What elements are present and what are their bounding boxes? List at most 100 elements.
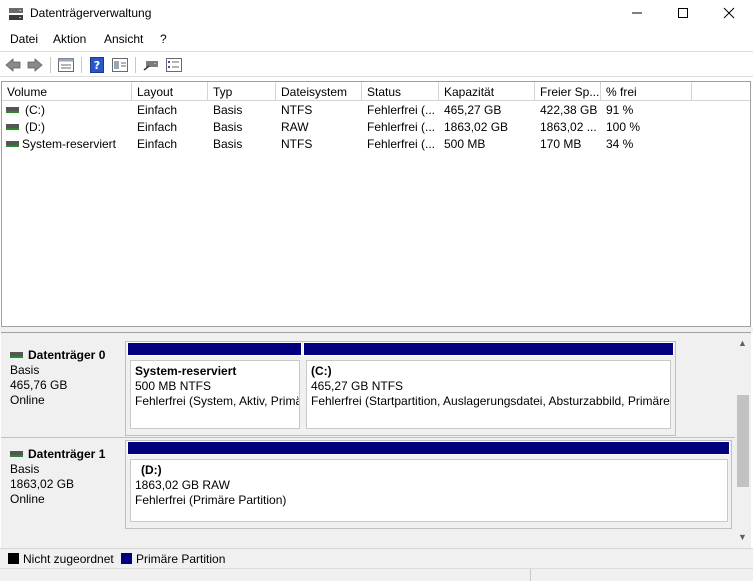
volume-row-c[interactable]: (C:) Einfach Basis NTFS Fehlerfrei (... … — [2, 102, 750, 119]
connect-button[interactable] — [142, 56, 160, 74]
disk-1-info[interactable]: Datenträger 1 Basis 1863,02 GB Online — [1, 440, 122, 535]
scroll-down-icon[interactable]: ▼ — [738, 532, 747, 542]
legend-swatch-unallocated — [8, 553, 19, 564]
title-bar: Datenträgerverwaltung — [0, 0, 753, 28]
legend-label-unallocated: Nicht zugeordnet — [23, 552, 114, 566]
volume-filesystem: RAW — [281, 120, 309, 134]
toolbar-separator — [81, 57, 82, 73]
partition-c[interactable]: (C:) 465,27 GB NTFS Fehlerfrei (Startpar… — [303, 342, 674, 433]
minimize-button[interactable] — [614, 0, 660, 26]
volume-percent-free: 91 % — [606, 103, 634, 117]
column-header-status[interactable]: Status — [362, 82, 439, 100]
status-bar-separator — [530, 569, 531, 581]
disk-row-divider — [1, 437, 735, 438]
scroll-up-icon[interactable]: ▲ — [738, 338, 747, 348]
disk-icon — [10, 451, 23, 457]
disk-0-size: 465,76 GB — [10, 378, 68, 392]
menu-help[interactable]: ? — [160, 32, 167, 46]
volume-free-space: 422,38 GB — [540, 103, 598, 117]
partition-status: Fehlerfrei (Startpartition, Auslagerungs… — [311, 394, 670, 408]
volume-status: Fehlerfrei (... — [367, 103, 436, 117]
back-button[interactable] — [4, 56, 22, 74]
volume-icon — [6, 141, 19, 147]
disk-1-partitions: (D:) 1863,02 GB RAW Fehlerfrei (Primäre … — [125, 440, 732, 529]
window-title: Datenträgerverwaltung — [30, 6, 152, 20]
help-icon: ? — [90, 57, 104, 73]
help-button[interactable]: ? — [88, 56, 106, 74]
disk-1-name: Datenträger 1 — [28, 447, 106, 461]
disk-0-state: Online — [10, 393, 45, 407]
volume-layout: Einfach — [137, 103, 178, 117]
menu-bar: Datei Aktion Ansicht ? — [0, 29, 753, 49]
partition-d[interactable]: (D:) 1863,02 GB RAW Fehlerfrei (Primäre … — [127, 441, 730, 526]
close-icon — [723, 7, 735, 19]
forward-button[interactable] — [26, 56, 44, 74]
volume-status: Fehlerfrei (... — [367, 120, 436, 134]
close-button[interactable] — [706, 0, 752, 26]
disk-0-info[interactable]: Datenträger 0 Basis 465,76 GB Online — [1, 341, 122, 436]
partition-status: Fehlerfrei (System, Aktiv, Primä — [135, 394, 300, 408]
connect-icon — [143, 61, 158, 71]
column-header-layout[interactable]: Layout — [132, 82, 208, 100]
disk-management-app-icon — [9, 8, 23, 20]
volume-capacity: 500 MB — [444, 137, 486, 151]
disk-row-0: Datenträger 0 Basis 465,76 GB Online Sys… — [1, 341, 735, 436]
toolbar-separator — [135, 57, 136, 73]
volume-list-header: Volume Layout Typ Dateisystem Status Kap… — [2, 82, 750, 101]
scrollbar-thumb[interactable] — [737, 395, 749, 487]
disk-0-partitions: System-reserviert 500 MB NTFS Fehlerfrei… — [125, 341, 676, 436]
disk-graphical-view: Datenträger 0 Basis 465,76 GB Online Sys… — [1, 332, 751, 548]
column-header-typ[interactable]: Typ — [208, 82, 276, 100]
partition-size-fs: 465,27 GB NTFS — [311, 379, 404, 393]
disk-0-name: Datenträger 0 — [28, 348, 106, 362]
volume-layout: Einfach — [137, 120, 178, 134]
maximize-icon — [678, 8, 688, 18]
column-header-freier-speicher[interactable]: Freier Sp... — [535, 82, 601, 100]
forward-arrow-icon — [27, 58, 43, 72]
column-header-dateisystem[interactable]: Dateisystem — [276, 82, 362, 100]
volume-free-space: 170 MB — [540, 137, 582, 151]
legend-swatch-primary — [121, 553, 132, 564]
disk-1-name-wrap: Datenträger 1 — [10, 447, 122, 462]
column-header-kapazitaet[interactable]: Kapazität — [439, 82, 535, 100]
volume-capacity: 1863,02 GB — [444, 120, 509, 134]
properties-button[interactable] — [111, 56, 129, 74]
volume-row-system-reserviert[interactable]: System-reserviert Einfach Basis NTFS Feh… — [2, 136, 750, 153]
minimize-icon — [632, 12, 642, 14]
properties-icon — [112, 58, 128, 72]
disk-1-size: 1863,02 GB — [10, 477, 75, 491]
menu-aktion[interactable]: Aktion — [53, 32, 86, 46]
volume-row-d[interactable]: (D:) Einfach Basis RAW Fehlerfrei (... 1… — [2, 119, 750, 136]
partition-title: (C:) — [311, 364, 332, 378]
volume-type: Basis — [213, 120, 243, 134]
svg-text:?: ? — [94, 59, 100, 72]
partition-size-fs: 1863,02 GB RAW — [135, 478, 230, 492]
disk-0-name-wrap: Datenträger 0 — [10, 348, 122, 363]
toolbar: ? — [0, 51, 753, 77]
volume-name: System-reserviert — [22, 137, 117, 151]
menu-datei[interactable]: Datei — [10, 32, 38, 46]
column-header-volume[interactable]: Volume — [2, 82, 132, 100]
partition-status: Fehlerfrei (Primäre Partition) — [135, 493, 287, 507]
status-bar — [0, 568, 753, 581]
settings-list-icon — [166, 58, 182, 72]
partition-body: System-reserviert 500 MB NTFS Fehlerfrei… — [130, 360, 300, 429]
menu-ansicht[interactable]: Ansicht — [104, 32, 143, 46]
settings-list-button[interactable] — [165, 56, 183, 74]
volume-filesystem: NTFS — [281, 137, 313, 151]
back-arrow-icon — [5, 58, 21, 72]
toolbar-separator — [50, 57, 51, 73]
partition-system-reserviert[interactable]: System-reserviert 500 MB NTFS Fehlerfrei… — [127, 342, 302, 433]
volume-layout: Einfach — [137, 137, 178, 151]
volume-free-space: 1863,02 ... — [540, 120, 597, 134]
partition-bar — [303, 342, 674, 356]
partition-title: System-reserviert — [135, 364, 237, 378]
partition-bar — [127, 441, 730, 455]
maximize-button[interactable] — [660, 0, 706, 26]
volume-name: (C:) — [25, 103, 45, 117]
volume-capacity: 465,27 GB — [444, 103, 502, 117]
disk-list-button[interactable] — [57, 56, 75, 74]
disk-view-scrollbar[interactable]: ▲ ▼ — [735, 333, 751, 548]
disk-1-state: Online — [10, 492, 45, 506]
column-header-prozent-frei[interactable]: % frei — [601, 82, 692, 100]
